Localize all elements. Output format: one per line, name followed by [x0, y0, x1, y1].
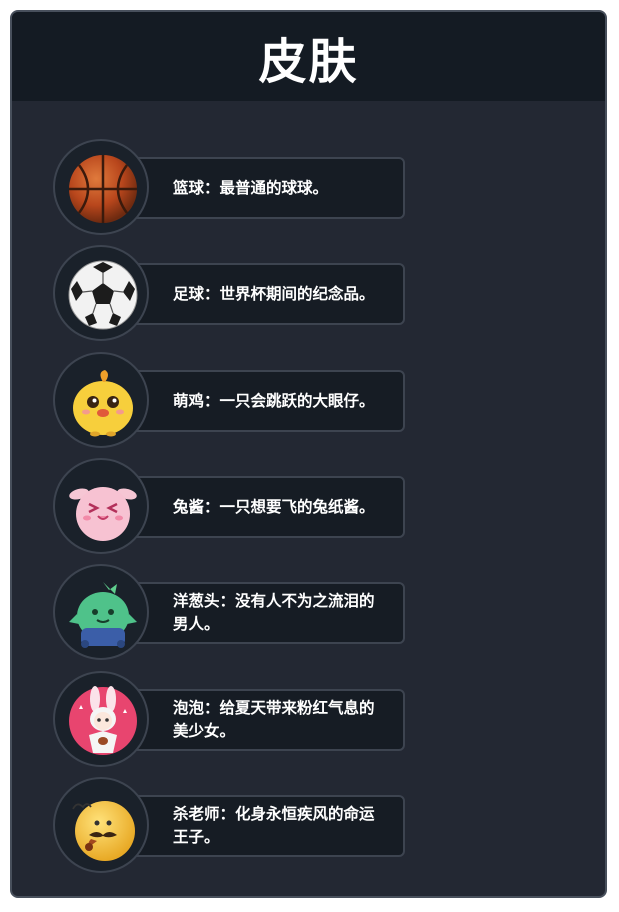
skin-avatar-frame[interactable] — [53, 245, 149, 341]
skin-item-basketball[interactable]: 篮球：最普通的球球。 — [53, 139, 413, 235]
skin-description: 篮球：最普通的球球。 — [173, 178, 329, 197]
skin-description: 兔酱：一只想要飞的兔纸酱。 — [173, 497, 375, 516]
skin-item-bunny[interactable]: 兔酱：一只想要飞的兔纸酱。 — [53, 458, 413, 554]
pink-bunny-icon — [69, 487, 137, 541]
skin-description: 杀老师：化身永恒疾风的命运王子。 — [173, 805, 375, 846]
soccer-ball-icon — [68, 260, 138, 330]
skin-avatar-frame[interactable] — [53, 458, 149, 554]
skin-avatar-frame[interactable] — [53, 564, 149, 660]
bunny-girl-icon — [69, 686, 137, 755]
skin-description: 萌鸡：一只会跳跃的大眼仔。 — [173, 391, 375, 410]
skin-item-teacher[interactable]: 杀老师：化身永恒疾风的命运王子。 — [53, 777, 413, 873]
mustache-ball-icon — [72, 801, 135, 861]
cute-chick-icon — [73, 370, 133, 437]
skin-description: 足球：世界杯期间的纪念品。 — [173, 284, 375, 303]
basketball-icon — [69, 155, 137, 223]
skin-item-onion[interactable]: 洋葱头：没有人不为之流泪的男人。 — [53, 564, 413, 660]
onion-head-icon — [69, 582, 137, 648]
skin-list: 篮球：最普通的球球。 足球：世界杯期间的纪念品。 萌鸡：一只会跳跃的大眼仔。 兔… — [12, 12, 605, 896]
skin-item-soccer[interactable]: 足球：世界杯期间的纪念品。 — [53, 245, 413, 341]
skin-avatar-frame[interactable] — [53, 777, 149, 873]
skin-avatar-frame[interactable] — [53, 671, 149, 767]
skin-description: 洋葱头：没有人不为之流泪的男人。 — [173, 592, 375, 633]
skin-panel: 皮肤 篮球：最普通的球球。 足球：世界杯期间的纪念品。 萌鸡：一只会跳跃的大眼仔… — [10, 10, 607, 898]
skin-item-chick[interactable]: 萌鸡：一只会跳跃的大眼仔。 — [53, 352, 413, 448]
skin-item-bubble[interactable]: 泡泡：给夏天带来粉红气息的美少女。 — [53, 671, 413, 767]
skin-avatar-frame[interactable] — [53, 352, 149, 448]
skin-avatar-frame[interactable] — [53, 139, 149, 235]
skin-description: 泡泡：给夏天带来粉红气息的美少女。 — [173, 699, 375, 740]
